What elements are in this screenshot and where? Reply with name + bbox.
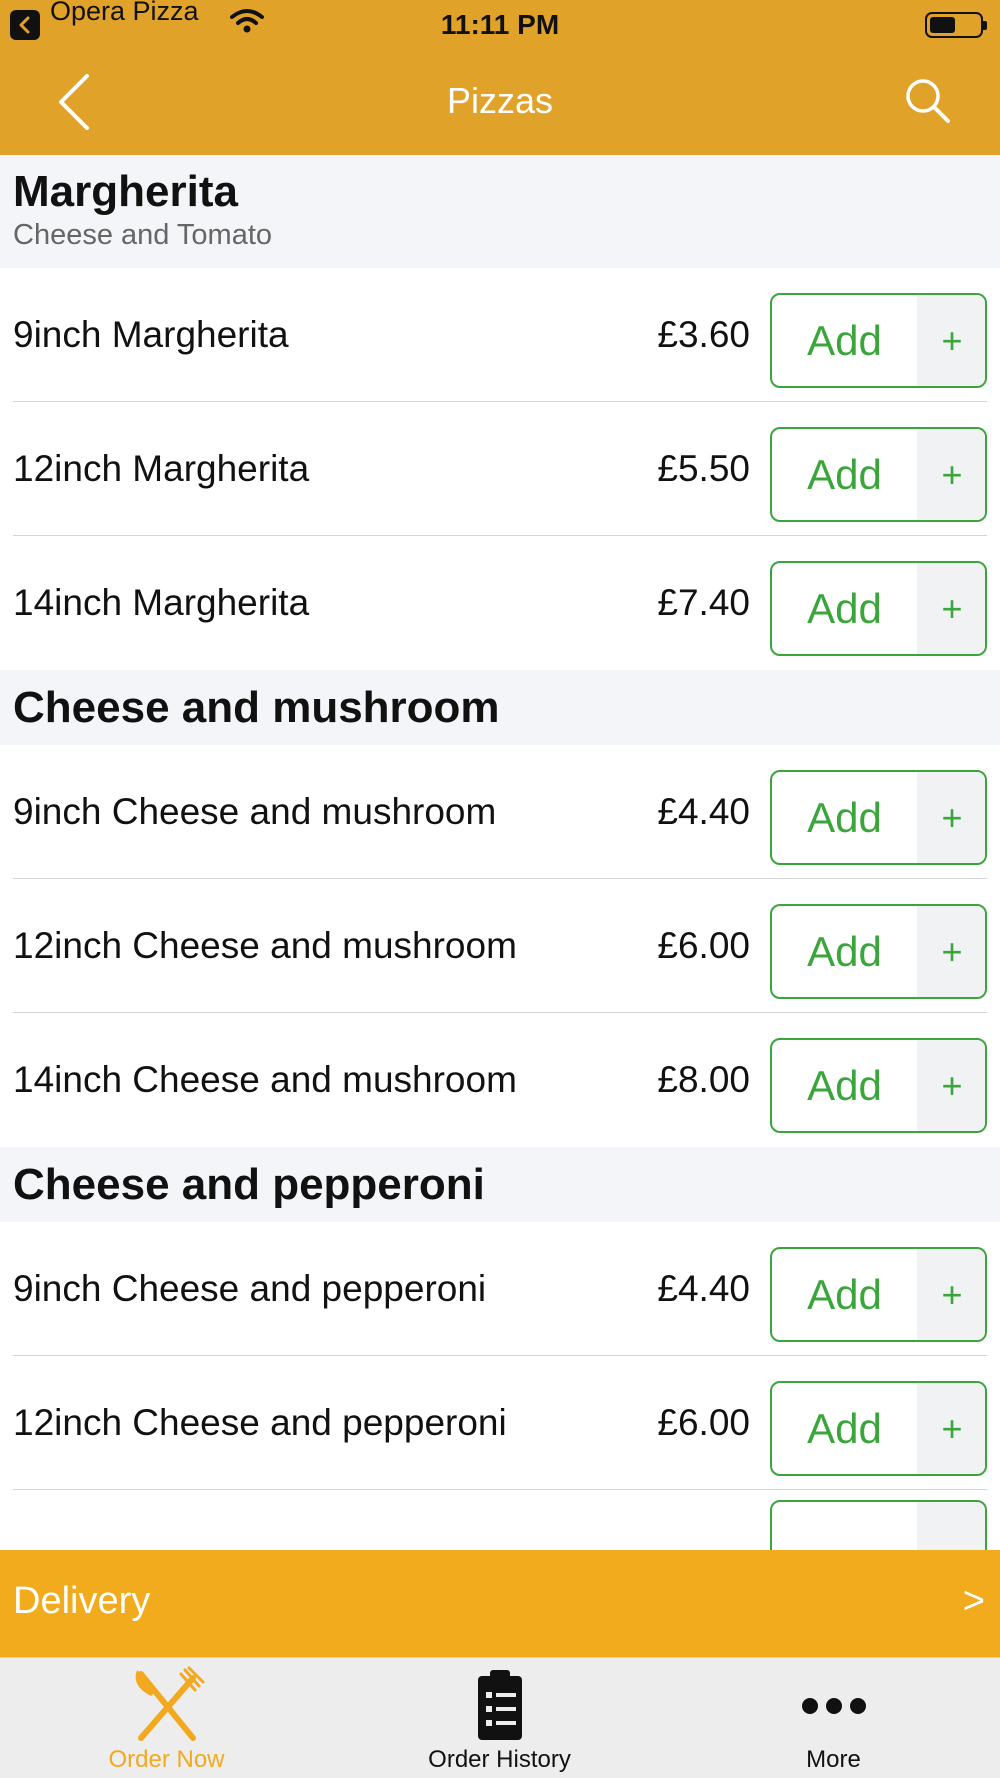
item-name: 12inch Cheese and pepperoni bbox=[13, 1402, 507, 1443]
add-button[interactable]: Add + bbox=[770, 1247, 987, 1342]
delivery-label: Delivery bbox=[13, 1580, 151, 1622]
chevron-right-icon: > bbox=[962, 1580, 985, 1622]
menu-item: 12inch Cheese and mushroom £6.00 Add + bbox=[0, 879, 1000, 1013]
section-header-cheese-pepperoni: Cheese and pepperoni bbox=[0, 1147, 1000, 1222]
tab-label: Order Now bbox=[108, 1746, 225, 1773]
add-button[interactable]: Add + bbox=[770, 293, 987, 388]
add-label: Add bbox=[807, 928, 882, 975]
item-price: £6.00 bbox=[657, 1402, 750, 1443]
plus-icon: + bbox=[917, 1040, 985, 1131]
item-price: £4.40 bbox=[657, 1268, 750, 1309]
menu-item: 9inch Cheese and pepperoni £4.40 Add + bbox=[0, 1222, 1000, 1356]
add-button[interactable] bbox=[770, 1500, 987, 1550]
tab-order-history[interactable]: Order History bbox=[333, 1658, 666, 1778]
fork-knife-icon bbox=[0, 1666, 333, 1744]
plus-icon: + bbox=[917, 429, 985, 520]
status-time: 11:11 PM bbox=[440, 9, 560, 40]
section-header-margherita: Margherita Cheese and Tomato bbox=[0, 155, 1000, 268]
add-label: Add bbox=[807, 317, 882, 364]
menu-item: 12inch Cheese and pepperoni £6.00 Add + bbox=[0, 1356, 1000, 1490]
plus-icon: + bbox=[917, 563, 985, 654]
item-name: 14inch Cheese and mushroom bbox=[13, 1059, 517, 1100]
section-subtitle: Cheese and Tomato bbox=[13, 219, 273, 251]
plus-icon: + bbox=[917, 772, 985, 863]
menu-item: 14inch Margherita £7.40 Add + bbox=[0, 536, 1000, 670]
item-price: £5.50 bbox=[657, 448, 750, 489]
add-label: Add bbox=[807, 1271, 882, 1318]
section-title: Cheese and mushroom bbox=[13, 683, 500, 732]
add-button[interactable]: Add + bbox=[770, 904, 987, 999]
section-title: Margherita bbox=[13, 167, 238, 216]
status-bar: Opera Pizza 11:11 PM bbox=[0, 0, 1000, 50]
add-label: Add bbox=[807, 1405, 882, 1452]
plus-icon: + bbox=[917, 295, 985, 386]
plus-icon bbox=[917, 1502, 985, 1550]
add-button[interactable]: Add + bbox=[770, 561, 987, 656]
tab-more[interactable]: More bbox=[667, 1658, 1000, 1778]
tab-order-now[interactable]: Order Now bbox=[0, 1658, 333, 1778]
menu-item: 14inch Cheese and mushroom £8.00 Add + bbox=[0, 1013, 1000, 1147]
plus-icon: + bbox=[917, 1383, 985, 1474]
item-price: £4.40 bbox=[657, 791, 750, 832]
battery-level bbox=[930, 17, 955, 33]
menu-item-partial bbox=[0, 1490, 1000, 1550]
menu-item: 9inch Cheese and mushroom £4.40 Add + bbox=[0, 745, 1000, 879]
tab-label: Order History bbox=[428, 1746, 571, 1773]
item-name: 12inch Margherita bbox=[13, 448, 310, 489]
item-price: £8.00 bbox=[657, 1059, 750, 1100]
item-name: 12inch Cheese and mushroom bbox=[13, 925, 517, 966]
top-bar: Opera Pizza 11:11 PM Pizzas bbox=[0, 0, 1000, 155]
add-label: Add bbox=[807, 1062, 882, 1109]
item-price: £6.00 bbox=[657, 925, 750, 966]
item-name: 9inch Margherita bbox=[13, 314, 289, 355]
add-button[interactable]: Add + bbox=[770, 1038, 987, 1133]
plus-icon: + bbox=[917, 1249, 985, 1340]
more-dots-icon bbox=[667, 1666, 1000, 1744]
item-name: 9inch Cheese and mushroom bbox=[13, 791, 497, 832]
add-button[interactable]: Add + bbox=[770, 1381, 987, 1476]
add-label: Add bbox=[807, 451, 882, 498]
battery-icon bbox=[925, 12, 987, 38]
item-price: £3.60 bbox=[657, 314, 750, 355]
add-label: Add bbox=[807, 585, 882, 632]
tab-label: More bbox=[806, 1746, 861, 1773]
tab-bar: Order Now Order History More bbox=[0, 1657, 1000, 1778]
plus-icon: + bbox=[917, 906, 985, 997]
item-name: 14inch Margherita bbox=[13, 582, 310, 623]
section-title: Cheese and pepperoni bbox=[13, 1160, 485, 1209]
delivery-bar[interactable]: Delivery > bbox=[0, 1550, 1000, 1657]
menu-item: 12inch Margherita £5.50 Add + bbox=[0, 402, 1000, 536]
menu-item: 9inch Margherita £3.60 Add + bbox=[0, 268, 1000, 402]
clipboard-icon bbox=[333, 1666, 666, 1744]
add-button[interactable]: Add + bbox=[770, 770, 987, 865]
section-header-cheese-mushroom: Cheese and mushroom bbox=[0, 670, 1000, 745]
add-label: Add bbox=[807, 794, 882, 841]
menu-list[interactable]: Margherita Cheese and Tomato 9inch Margh… bbox=[0, 155, 1000, 1550]
item-price: £7.40 bbox=[657, 582, 750, 623]
page-title: Pizzas bbox=[446, 80, 554, 121]
item-name: 9inch Cheese and pepperoni bbox=[13, 1268, 487, 1309]
search-icon[interactable] bbox=[903, 76, 953, 126]
add-button[interactable]: Add + bbox=[770, 427, 987, 522]
